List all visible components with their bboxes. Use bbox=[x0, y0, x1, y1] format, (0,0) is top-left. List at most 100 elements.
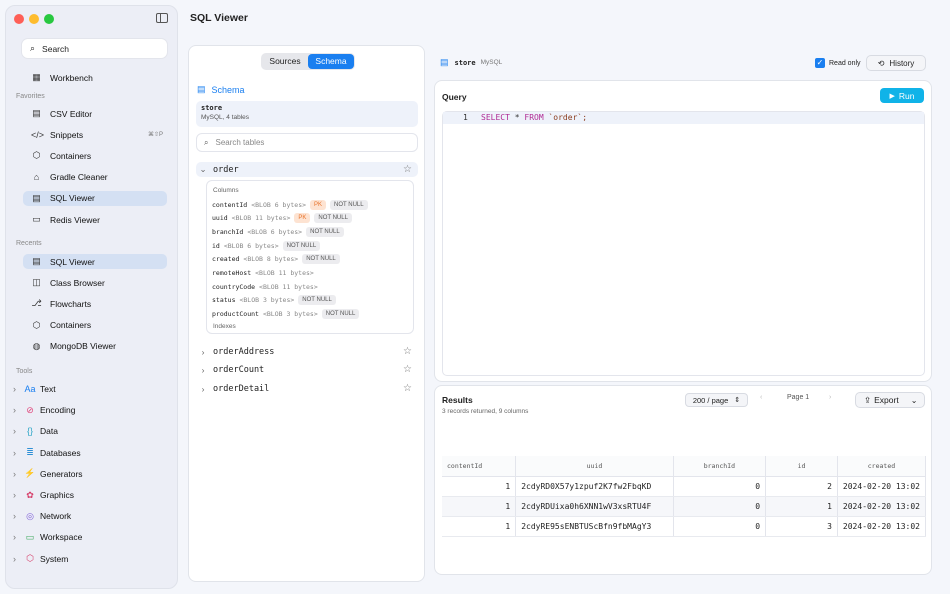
chevron-right-icon[interactable]: › bbox=[13, 554, 23, 564]
sidebar-item-sql-viewer[interactable]: ▤ SQL Viewer bbox=[23, 190, 167, 206]
chevron-right-icon[interactable]: › bbox=[13, 448, 23, 458]
table-row-orderAddress[interactable]: › orderAddress ☆ bbox=[196, 344, 418, 359]
star-icon[interactable]: ☆ bbox=[403, 383, 412, 394]
chevron-right-icon[interactable]: › bbox=[198, 347, 208, 357]
star-icon[interactable]: ☆ bbox=[403, 164, 412, 175]
table-search-input[interactable]: ⌕ Search tables bbox=[196, 133, 418, 152]
sidebar-search[interactable]: ⌕ Search bbox=[22, 39, 167, 58]
sidebar-item-class-browser[interactable]: ◫ Class Browser bbox=[23, 275, 167, 290]
palette-icon: ✿ bbox=[26, 489, 34, 500]
sidebar-item-mongodb-viewer[interactable]: ◍ MongoDB Viewer bbox=[23, 339, 167, 354]
close-window-button[interactable] bbox=[14, 14, 24, 24]
column-header-id[interactable]: id bbox=[765, 456, 838, 477]
tools-item-graphics[interactable]: › ✿ Graphics bbox=[13, 488, 74, 502]
tab-sources[interactable]: Sources bbox=[262, 54, 308, 69]
chevron-right-icon[interactable]: › bbox=[198, 384, 208, 394]
star-icon[interactable]: ☆ bbox=[403, 364, 412, 375]
sidebar: ⌕ Search ▦ Workbench Favorites ▤ CSV Edit… bbox=[5, 5, 178, 589]
column-name: productCount bbox=[212, 310, 259, 319]
star-icon[interactable]: ☆ bbox=[403, 346, 412, 357]
read-only-checkbox[interactable]: ✓ bbox=[815, 58, 825, 68]
chevron-down-icon[interactable]: ⌄ bbox=[198, 164, 208, 175]
tools-header: Tools bbox=[16, 368, 33, 375]
column-header-contentId[interactable]: contentId bbox=[442, 456, 517, 477]
sidebar-toggle-icon[interactable] bbox=[156, 13, 168, 23]
sql-editor[interactable]: 1 SELECT * FROM `order`; bbox=[442, 111, 925, 376]
tools-item-network[interactable]: › ◎ Network bbox=[13, 509, 71, 523]
column-header-branchId[interactable]: branchId bbox=[673, 456, 767, 477]
page-size-select[interactable]: 200 / page ⇕ bbox=[685, 393, 748, 407]
table-row-orderDetail[interactable]: › orderDetail ☆ bbox=[196, 381, 418, 396]
chevron-right-icon[interactable]: › bbox=[13, 469, 23, 479]
line-number: 1 bbox=[463, 113, 468, 122]
table-row[interactable]: 1 2cdyRE95sENBTUScBfn9fbMAgY3 0 3 2024-02-20… bbox=[442, 516, 927, 537]
column-name: created bbox=[212, 255, 240, 264]
chevron-right-icon[interactable]: › bbox=[13, 405, 23, 415]
search-icon: ⌕ bbox=[204, 137, 209, 147]
tools-item-databases[interactable]: › ≣ Databases bbox=[13, 446, 81, 460]
table-row[interactable]: 1 2cdyRD0X57y1zpuf2K7fw2FbqKD 0 2 2024-02-20… bbox=[442, 476, 927, 497]
tools-item-data[interactable]: ›{} Data bbox=[13, 424, 58, 438]
table-row-orderCount[interactable]: › orderCount ☆ bbox=[196, 362, 418, 377]
sidebar-item-workbench[interactable]: ▦ Workbench bbox=[23, 70, 167, 85]
column-row: remoteHost <BLOB 11 bytes> bbox=[212, 268, 314, 279]
table-cell: 2 bbox=[765, 476, 838, 497]
chevron-right-icon[interactable]: › bbox=[198, 365, 208, 375]
sidebar-item-csv-editor[interactable]: ▤ CSV Editor bbox=[23, 106, 167, 121]
chevron-right-icon[interactable]: › bbox=[13, 384, 23, 394]
tab-schema[interactable]: Schema bbox=[308, 54, 354, 69]
results-panel: Results 3 records returned, 9 columns 20… bbox=[434, 385, 932, 575]
folder-icon: ▭ bbox=[25, 531, 35, 542]
chevron-right-icon[interactable]: › bbox=[13, 426, 23, 436]
export-button[interactable]: ⇪ Export ⌄ bbox=[855, 392, 925, 408]
read-only-toggle[interactable]: ✓ Read only bbox=[815, 58, 861, 68]
table-row-order[interactable]: ⌄ order ☆ bbox=[196, 162, 418, 177]
braces-icon: {} bbox=[26, 426, 33, 437]
chevron-right-icon[interactable]: › bbox=[13, 511, 23, 521]
tools-item-label: Encoding bbox=[40, 405, 76, 416]
tools-item-system[interactable]: › ⬡ System bbox=[13, 552, 68, 566]
database-icon: ≣ bbox=[26, 447, 34, 458]
query-panel: Query ▶ Run 1 SELECT * FROM `order`; bbox=[434, 80, 932, 382]
play-icon: ▶ bbox=[889, 92, 895, 100]
column-name: status bbox=[212, 296, 236, 305]
pk-badge: PK bbox=[294, 213, 311, 224]
not-null-badge: NOT NULL bbox=[314, 213, 352, 224]
sidebar-item-containers[interactable]: ⬡ Containers bbox=[23, 318, 167, 333]
run-button[interactable]: ▶ Run bbox=[880, 88, 924, 103]
sidebar-item-label: Containers bbox=[50, 150, 92, 161]
zoom-window-button[interactable] bbox=[44, 14, 54, 24]
column-header-created[interactable]: created bbox=[837, 456, 927, 477]
not-null-badge: NOT NULL bbox=[298, 295, 336, 306]
layers-icon: ◫ bbox=[32, 277, 41, 288]
prev-page-button[interactable]: ‹ bbox=[760, 394, 762, 401]
history-button[interactable]: ⟲ History bbox=[866, 55, 926, 71]
table-cell: 2cdyRDUixa0h6XNN1wV3xsRTU4F bbox=[515, 496, 674, 517]
sidebar-item-containers[interactable]: ⬡ Containers bbox=[23, 148, 167, 163]
minimize-window-button[interactable] bbox=[29, 14, 39, 24]
store-info[interactable]: store MySQL, 4 tables bbox=[196, 101, 418, 127]
column-header-uuid[interactable]: uuid bbox=[515, 456, 674, 477]
flowchart-icon: ⎇ bbox=[31, 298, 42, 309]
column-row: id <BLOB 6 bytes> NOT NULL bbox=[212, 240, 321, 251]
sidebar-item-gradle-cleaner[interactable]: ⌂ Gradle Cleaner bbox=[23, 170, 167, 185]
tools-item-text[interactable]: › Aa Text bbox=[13, 382, 56, 396]
results-summary: 3 records returned, 9 columns bbox=[442, 408, 529, 415]
table-row[interactable]: 1 2cdyRDUixa0h6XNN1wV3xsRTU4F 0 1 2024-02-20… bbox=[442, 496, 927, 517]
tools-item-generators[interactable]: › ⚡ Generators bbox=[13, 467, 83, 481]
sidebar-item-sql-viewer[interactable]: ▤ SQL Viewer bbox=[23, 254, 167, 269]
column-row: branchId <BLOB 6 bytes> NOT NULL bbox=[212, 226, 344, 237]
code-icon: </> bbox=[31, 129, 45, 140]
editor-line: 1 SELECT * FROM `order`; bbox=[443, 112, 924, 124]
tools-item-workspace[interactable]: › ▭ Workspace bbox=[13, 530, 82, 544]
sidebar-item-redis-viewer[interactable]: ▭ Redis Viewer bbox=[23, 212, 167, 227]
tools-item-encoding[interactable]: › ⊘ Encoding bbox=[13, 403, 75, 417]
sidebar-item-snippets[interactable]: </> Snippets ⌘⇧P bbox=[23, 127, 167, 142]
results-table: contentId uuid branchId id created 1 2cdyRD0X… bbox=[442, 456, 927, 537]
next-page-button[interactable]: › bbox=[829, 394, 831, 401]
chevron-right-icon[interactable]: › bbox=[13, 490, 23, 500]
sidebar-item-flowcharts[interactable]: ⎇ Flowcharts bbox=[23, 296, 167, 311]
columns-list: Columns contentId <BLOB 6 bytes> PK NOT NUL… bbox=[206, 180, 414, 334]
indexes-label: Indexes bbox=[213, 323, 236, 330]
chevron-right-icon[interactable]: › bbox=[13, 532, 23, 542]
